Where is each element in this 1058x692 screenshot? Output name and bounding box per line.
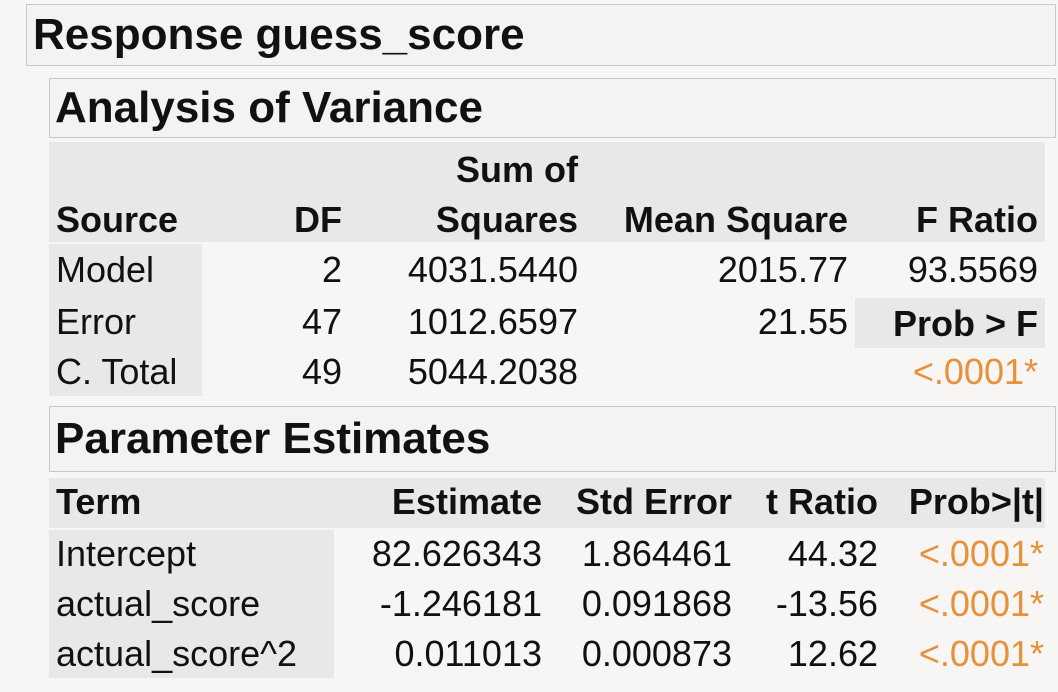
pe-row-actual-score-stderr: 0.091868 (581, 583, 732, 624)
anova-col-source: Source (56, 199, 179, 240)
anova-row-ctotal-ss: 5044.2038 (407, 351, 578, 392)
anova-title: Analysis of Variance (55, 83, 483, 132)
anova-row-model-ss: 4031.5440 (407, 249, 578, 290)
parameter-estimates-header[interactable]: Parameter Estimates (49, 406, 1056, 472)
anova-col-ss-bottom: Squares (435, 199, 578, 240)
anova-row-error-ms: 21.55 (757, 301, 848, 342)
pe-col-term: Term (56, 481, 142, 522)
anova-row-ctotal-source: C. Total (56, 351, 178, 392)
pe-col-estimate: Estimate (391, 481, 542, 522)
f-ratio-value: 93.5569 (907, 249, 1038, 290)
anova-header[interactable]: Analysis of Variance (49, 78, 1056, 138)
pe-row-intercept-term: Intercept (56, 533, 197, 574)
pe-row-actual-score-sq-term: actual_score^2 (56, 633, 298, 674)
pe-row-intercept-tratio: 44.32 (787, 533, 878, 574)
pe-row-actual-score-sq-stderr: 0.000873 (581, 633, 732, 674)
pe-row-intercept-estimate: 82.626343 (371, 533, 542, 574)
prob-f-value: <.0001* (912, 351, 1038, 392)
pe-row-actual-score-prob: <.0001* (918, 583, 1044, 624)
parameter-estimates-title: Parameter Estimates (55, 414, 491, 463)
anova-row-ctotal-df: 49 (301, 351, 342, 392)
pe-row-actual-score-sq-tratio: 12.62 (787, 633, 878, 674)
pe-row-actual-score-estimate: -1.246181 (379, 583, 542, 624)
pe-row-actual-score-sq-prob: <.0001* (918, 633, 1044, 674)
response-title: Response guess_score (33, 10, 525, 59)
anova-col-ss-top: Sum of (456, 149, 578, 190)
pe-row-actual-score-tratio: -13.56 (775, 583, 878, 624)
anova-col-ms: Mean Square (623, 199, 848, 240)
response-header[interactable]: Response guess_score (26, 4, 1056, 66)
pe-col-prob: Prob>|t| (908, 481, 1044, 522)
anova-row-error-df: 47 (301, 301, 342, 342)
pe-col-tratio: t Ratio (766, 481, 878, 522)
anova-row-model-ms: 2015.77 (717, 249, 848, 290)
anova-col-df: DF (294, 199, 342, 240)
anova-row-error-source: Error (56, 301, 136, 342)
pe-row-intercept-prob: <.0001* (918, 533, 1044, 574)
anova-row-model-source: Model (56, 249, 155, 290)
pe-row-actual-score-term: actual_score (56, 583, 261, 624)
anova-row-error-ss: 1012.6597 (407, 301, 578, 342)
anova-row-model-df: 2 (321, 249, 342, 290)
pe-row-intercept-stderr: 1.864461 (581, 533, 732, 574)
prob-f-label: Prob > F (892, 303, 1038, 344)
pe-col-stderr: Std Error (575, 481, 732, 522)
pe-row-actual-score-sq-estimate: 0.011013 (394, 633, 542, 674)
anova-col-f: F Ratio (916, 199, 1038, 240)
